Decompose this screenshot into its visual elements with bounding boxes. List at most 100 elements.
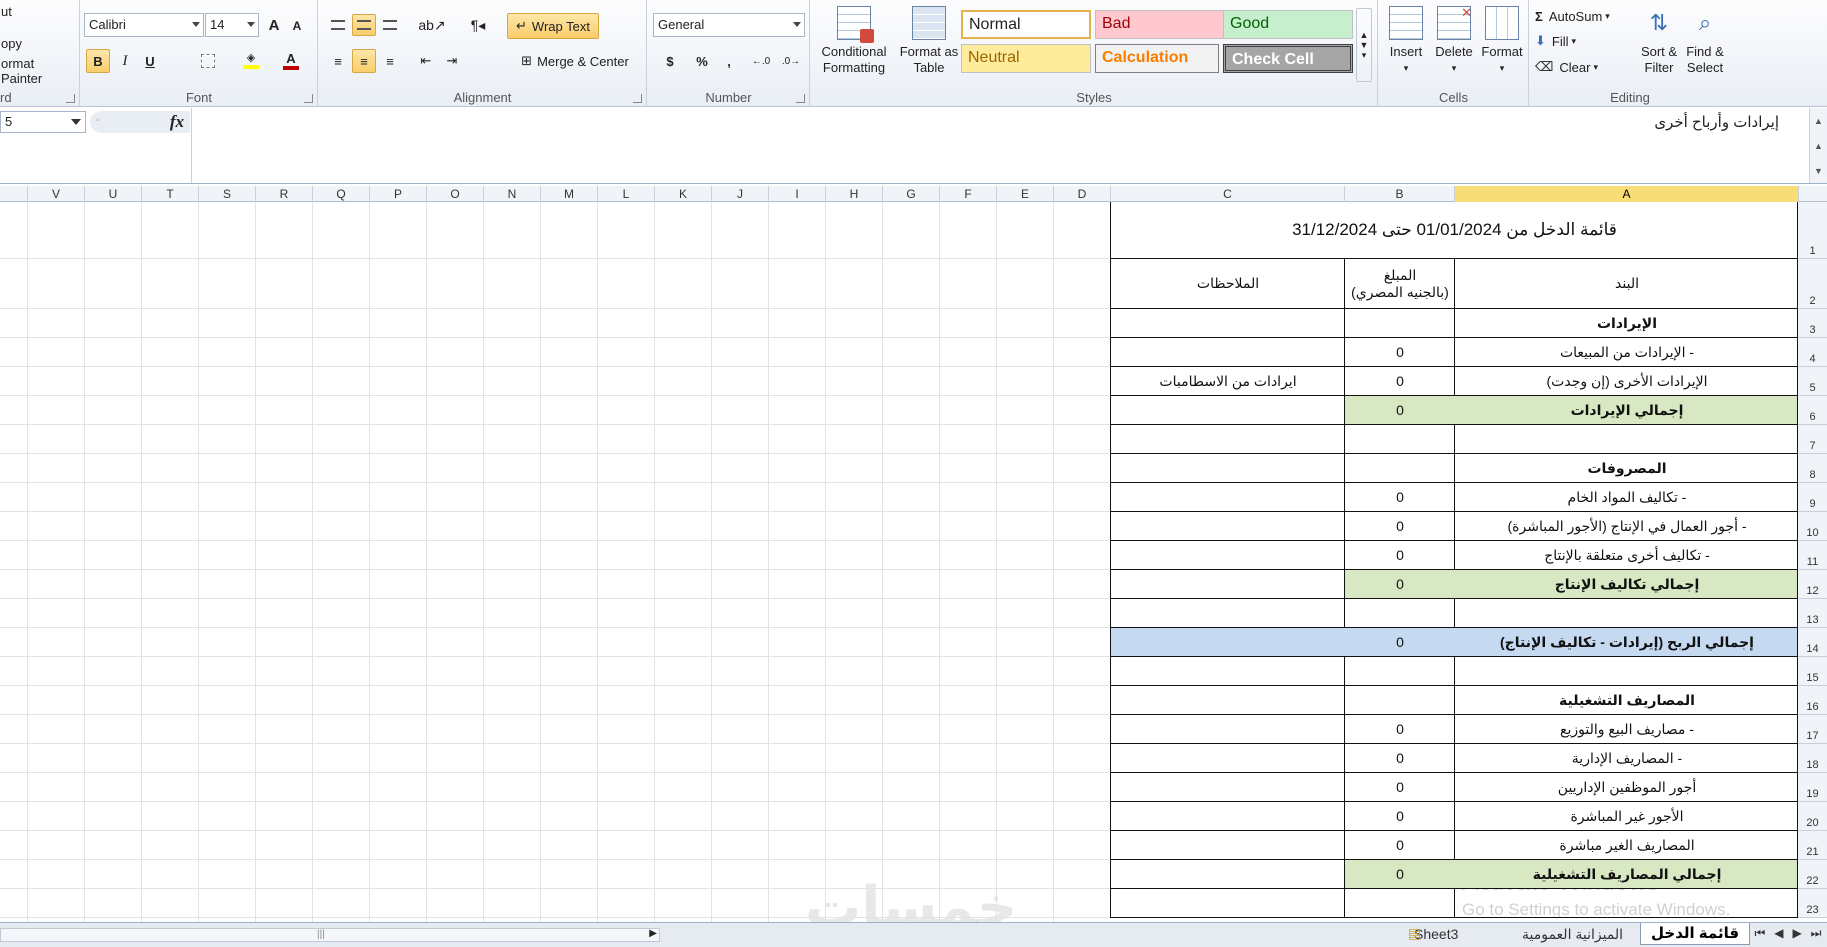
autosum-button[interactable]: Σ AutoSum ▾ bbox=[1534, 6, 1611, 26]
number-launcher-icon[interactable] bbox=[796, 94, 805, 103]
item-cell[interactable]: المصاريف التشغيلية bbox=[1454, 686, 1799, 715]
item-cell[interactable] bbox=[1454, 657, 1799, 686]
fill-button[interactable]: ⬇ Fill ▾ bbox=[1534, 31, 1577, 51]
row-header[interactable]: 23 bbox=[1798, 889, 1827, 918]
percent-button[interactable]: % bbox=[690, 49, 714, 73]
sort-filter-button[interactable]: ⇅ Sort & Filter bbox=[1636, 6, 1682, 76]
amount-cell[interactable]: 0 bbox=[1344, 512, 1455, 541]
first-sheet-icon[interactable]: ⏮ bbox=[1754, 926, 1765, 941]
note-cell[interactable] bbox=[1110, 512, 1345, 541]
row-header[interactable]: 20 bbox=[1798, 802, 1827, 831]
currency-button[interactable]: $ bbox=[656, 49, 684, 73]
font-launcher-icon[interactable] bbox=[304, 94, 313, 103]
amount-cell[interactable] bbox=[1344, 889, 1455, 918]
delete-button[interactable]: ✕ Delete ▾ bbox=[1431, 5, 1477, 76]
amount-cell[interactable]: 0 bbox=[1344, 338, 1455, 367]
header-notes-cell[interactable]: الملاحظات bbox=[1110, 259, 1345, 309]
align-left-button[interactable]: ≡ bbox=[327, 49, 349, 73]
note-cell[interactable] bbox=[1110, 686, 1345, 715]
item-cell[interactable]: إجمالي المصاريف التشغيلية bbox=[1454, 860, 1799, 889]
amount-cell[interactable]: 0 bbox=[1344, 715, 1455, 744]
underline-button[interactable]: U bbox=[139, 49, 161, 73]
last-sheet-icon[interactable]: ⏭ bbox=[1811, 926, 1822, 941]
row-header[interactable]: 17 bbox=[1798, 715, 1827, 744]
column-header-i[interactable]: I bbox=[768, 186, 825, 202]
note-cell[interactable] bbox=[1110, 802, 1345, 831]
find-select-button[interactable]: ⌕ Find & Select bbox=[1682, 6, 1728, 76]
note-cell[interactable]: ايرادات من الاسطامبات bbox=[1110, 367, 1345, 396]
column-header-a[interactable]: A bbox=[1454, 186, 1798, 202]
row-header[interactable]: 13 bbox=[1798, 599, 1827, 628]
column-header-v[interactable]: V bbox=[27, 186, 84, 202]
row-header[interactable]: 5 bbox=[1798, 367, 1827, 396]
note-cell[interactable] bbox=[1110, 628, 1345, 657]
column-header-t[interactable]: T bbox=[141, 186, 198, 202]
format-button[interactable]: Format ▾ bbox=[1479, 6, 1525, 76]
note-cell[interactable] bbox=[1110, 744, 1345, 773]
middle-align-button[interactable] bbox=[352, 14, 376, 36]
amount-cell[interactable]: 0 bbox=[1344, 628, 1455, 657]
item-cell[interactable]: المصروفات bbox=[1454, 454, 1799, 483]
amount-cell[interactable] bbox=[1344, 425, 1455, 454]
splitter-handle-icon[interactable]: ◦ bbox=[96, 115, 100, 126]
item-cell[interactable]: المصاريف الغير مباشرة bbox=[1454, 831, 1799, 860]
row-header[interactable]: 15 bbox=[1798, 657, 1827, 686]
format-as-table-button[interactable]: Format as Table bbox=[895, 6, 963, 76]
item-cell[interactable]: - تكاليف أخرى متعلقة بالإنتاج bbox=[1454, 541, 1799, 570]
amount-cell[interactable]: 0 bbox=[1344, 541, 1455, 570]
note-cell[interactable] bbox=[1110, 454, 1345, 483]
column-header-u[interactable]: U bbox=[84, 186, 141, 202]
note-cell[interactable] bbox=[1110, 831, 1345, 860]
row-header[interactable]: 14 bbox=[1798, 628, 1827, 657]
style-check-cell[interactable]: Check Cell bbox=[1223, 44, 1353, 73]
row-header[interactable]: 8 bbox=[1798, 454, 1827, 483]
item-cell[interactable] bbox=[1454, 599, 1799, 628]
select-all-corner[interactable] bbox=[1798, 186, 1827, 202]
note-cell[interactable] bbox=[1110, 396, 1345, 425]
row-header[interactable]: 6 bbox=[1798, 396, 1827, 425]
row-header[interactable]: 12 bbox=[1798, 570, 1827, 599]
column-header-m[interactable]: M bbox=[540, 186, 597, 202]
amount-cell[interactable]: 0 bbox=[1344, 744, 1455, 773]
item-cell[interactable]: الإيرادات bbox=[1454, 309, 1799, 338]
wrap-text-button[interactable]: ↵ Wrap Text bbox=[507, 13, 599, 39]
row-header[interactable]: 22 bbox=[1798, 860, 1827, 889]
note-cell[interactable] bbox=[1110, 338, 1345, 367]
amount-cell[interactable] bbox=[1344, 686, 1455, 715]
name-box[interactable]: 5 bbox=[0, 111, 86, 133]
note-cell[interactable] bbox=[1110, 425, 1345, 454]
style-neutral[interactable]: Neutral bbox=[961, 44, 1091, 73]
item-cell[interactable] bbox=[1454, 425, 1799, 454]
font-color-button[interactable]: A bbox=[276, 49, 306, 73]
borders-button[interactable] bbox=[193, 49, 223, 73]
italic-button[interactable]: I bbox=[114, 49, 136, 73]
grow-font-button[interactable]: A bbox=[263, 14, 285, 36]
formula-input[interactable]: إيرادات وأرباح أخرى bbox=[191, 108, 1809, 183]
column-header-o[interactable]: O bbox=[426, 186, 483, 202]
amount-cell[interactable]: 0 bbox=[1344, 831, 1455, 860]
bottom-align-button[interactable] bbox=[379, 14, 401, 36]
item-cell[interactable]: - مصاريف البيع والتوزيع bbox=[1454, 715, 1799, 744]
clear-button[interactable]: ⌫ Clear ▾ bbox=[1534, 57, 1599, 77]
column-header-j[interactable]: J bbox=[711, 186, 768, 202]
new-sheet-icon[interactable]: ▤ bbox=[1408, 925, 1421, 942]
style-good[interactable]: Good bbox=[1223, 10, 1353, 39]
note-cell[interactable] bbox=[1110, 773, 1345, 802]
row-header[interactable]: 18 bbox=[1798, 744, 1827, 773]
column-header-b[interactable]: B bbox=[1344, 186, 1454, 202]
column-header-c[interactable]: C bbox=[1110, 186, 1344, 202]
note-cell[interactable] bbox=[1110, 657, 1345, 686]
item-cell[interactable]: إجمالي الإيرادات bbox=[1454, 396, 1799, 425]
amount-cell[interactable]: 0 bbox=[1344, 483, 1455, 512]
font-name-combo[interactable]: Calibri bbox=[84, 13, 204, 37]
row-header[interactable]: 1 bbox=[1798, 202, 1827, 259]
shrink-font-button[interactable]: A bbox=[287, 16, 307, 36]
amount-cell[interactable]: 0 bbox=[1344, 802, 1455, 831]
row-header[interactable]: 16 bbox=[1798, 686, 1827, 715]
column-header-l[interactable]: L bbox=[597, 186, 654, 202]
column-header-e[interactable]: E bbox=[996, 186, 1053, 202]
orientation-button[interactable]: ab↗ bbox=[415, 14, 449, 36]
column-header-n[interactable]: N bbox=[483, 186, 540, 202]
next-sheet-icon[interactable]: ▶ bbox=[1792, 926, 1801, 941]
note-cell[interactable] bbox=[1110, 570, 1345, 599]
